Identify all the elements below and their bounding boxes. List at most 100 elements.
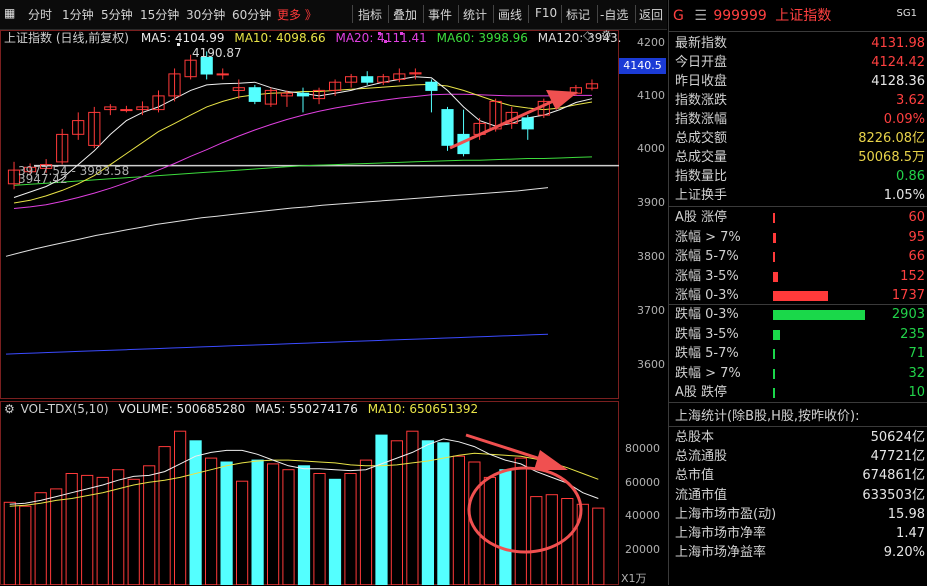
decline-row: 跌幅 3-5% 235 bbox=[675, 325, 925, 344]
volume-bar bbox=[158, 446, 171, 585]
tab-more[interactable]: 更多 》 bbox=[277, 6, 317, 23]
back-button[interactable]: 返回 bbox=[639, 6, 663, 23]
quote-panel: G ☰ 999999 上证指数 SG1 最新指数 4131.98 今日开盘 4124.… bbox=[668, 0, 927, 585]
decline-label: 跌幅 > 7% bbox=[675, 365, 741, 381]
ma10-legend: MA10: 4098.66 bbox=[234, 31, 326, 45]
market-stat-row: 流通市值 633503亿 bbox=[675, 486, 925, 505]
advance-bar bbox=[773, 271, 778, 282]
event-button[interactable]: 事件 bbox=[428, 6, 452, 23]
tab-60min[interactable]: 60分钟 bbox=[232, 6, 271, 23]
quote-value: 0.09% bbox=[883, 112, 925, 127]
indicator-button[interactable]: 指标 bbox=[358, 6, 382, 23]
tab-5min[interactable]: 5分钟 bbox=[101, 6, 133, 23]
remove-watchlist-button[interactable]: -自选 bbox=[600, 6, 628, 23]
candle bbox=[120, 109, 133, 112]
market-stat-row: 总市值 674861亿 bbox=[675, 466, 925, 485]
f10-button[interactable]: F10 bbox=[535, 6, 557, 20]
market-stat-value: 9.20% bbox=[883, 545, 925, 561]
volume-settings-icon[interactable]: ⚙ bbox=[4, 402, 15, 416]
market-stat-row: 上海市场市盈(动) 15.98 bbox=[675, 505, 925, 524]
vol-y-tick: 40000 bbox=[625, 509, 660, 522]
volume-bar bbox=[421, 440, 434, 585]
market-stat-value: 50624亿 bbox=[870, 430, 925, 445]
settings-icon[interactable]: ⚙ bbox=[601, 28, 612, 42]
tab-1min[interactable]: 1分钟 bbox=[62, 6, 94, 23]
volume-bar bbox=[530, 496, 543, 585]
quote-row: 上证换手 1.05% bbox=[675, 186, 925, 205]
advance-count: 1737 bbox=[891, 288, 925, 303]
y-tick: 3900 bbox=[637, 196, 665, 209]
market-stat-row: 上海市场净益率 9.20% bbox=[675, 543, 925, 562]
chart-toolbar: ▦ 分时 1分钟 5分钟 15分钟 30分钟 60分钟 更多 》 指标 叠加 事… bbox=[0, 0, 667, 30]
ma5-legend: MA5: 4104.99 bbox=[140, 31, 225, 45]
decline-count: 2903 bbox=[891, 307, 925, 322]
volume-bar bbox=[81, 474, 94, 585]
sg-badge[interactable]: SG1 bbox=[897, 8, 917, 19]
quote-row: 昨日收盘 4128.36 bbox=[675, 72, 925, 91]
volume-bar bbox=[390, 440, 403, 585]
symbol-prefix: G bbox=[673, 8, 684, 24]
market-stat-label: 上海市场净益率 bbox=[675, 545, 767, 561]
volume-bar bbox=[65, 473, 78, 585]
market-stats-title: 上海统计(除B股,H股,按昨收价): bbox=[675, 409, 860, 424]
quote-row: 指数量比 0.86 bbox=[675, 167, 925, 186]
chart-area[interactable]: 上证指数 (日线,前复权) MA5: 4104.99 MA10: 4098.66… bbox=[0, 28, 667, 585]
vol-y-tick: 20000 bbox=[625, 543, 660, 556]
symbol-code: 999999 bbox=[713, 8, 767, 24]
decline-bar bbox=[773, 329, 780, 340]
quote-value: 4124.42 bbox=[871, 55, 925, 70]
diamond-icon[interactable]: ◇ bbox=[583, 28, 592, 42]
volume-bar bbox=[251, 459, 264, 585]
menu-icon[interactable]: ☰ bbox=[694, 8, 707, 24]
volume-bar bbox=[499, 469, 512, 585]
volume-bar bbox=[375, 434, 388, 585]
kline-chart[interactable] bbox=[0, 30, 667, 585]
arrow-head bbox=[534, 450, 568, 470]
volume-bar bbox=[127, 478, 140, 585]
y-tick: 4000 bbox=[637, 142, 665, 155]
market-stat-label: 总市值 bbox=[675, 468, 715, 484]
tab-intraday[interactable]: 分时 bbox=[28, 6, 52, 23]
volume-bar bbox=[514, 457, 527, 585]
quote-value: 1.05% bbox=[883, 188, 925, 203]
draw-line-button[interactable]: 画线 bbox=[498, 6, 522, 23]
market-stat-row: 总流通股 47721亿 bbox=[675, 447, 925, 466]
advance-row: 涨幅 3-5% 152 bbox=[675, 267, 925, 286]
grid-icon[interactable]: ▦ bbox=[4, 6, 15, 20]
volume-bar bbox=[313, 473, 326, 585]
stats-button[interactable]: 统计 bbox=[463, 6, 487, 23]
volume-y-axis: 80000 60000 40000 20000 X1万 bbox=[619, 401, 667, 585]
trend-arrow bbox=[449, 96, 561, 150]
tab-30min[interactable]: 30分钟 bbox=[186, 6, 225, 23]
decline-label: A股 跌停 bbox=[675, 385, 728, 400]
volume-bar bbox=[236, 480, 249, 585]
quote-label: 指数涨幅 bbox=[675, 112, 728, 127]
volume-bar bbox=[50, 488, 63, 585]
quote-label: 今日开盘 bbox=[675, 55, 728, 70]
mark-button[interactable]: 标记 bbox=[566, 6, 590, 23]
price-legend: 上证指数 (日线,前复权) MA5: 4104.99 MA10: 4098.66… bbox=[4, 29, 621, 46]
decline-row: 跌幅 0-3% 2903 bbox=[675, 305, 925, 324]
decline-count: 235 bbox=[900, 326, 925, 342]
overlay-button[interactable]: 叠加 bbox=[393, 6, 417, 23]
quote-value: 8226.08亿 bbox=[858, 131, 925, 146]
market-stat-value: 47721亿 bbox=[870, 449, 925, 465]
market-stat-value: 15.98 bbox=[887, 506, 925, 522]
tab-15min[interactable]: 15分钟 bbox=[140, 6, 179, 23]
advance-row: A股 涨停 60 bbox=[675, 208, 925, 227]
quote-value: 4131.98 bbox=[871, 36, 925, 51]
ma60-legend: MA60: 3998.96 bbox=[436, 31, 528, 45]
quote-row: 最新指数 4131.98 bbox=[675, 34, 925, 53]
volume-highlight-circle bbox=[467, 466, 583, 554]
volume-value: VOLUME: 500685280 bbox=[118, 402, 246, 416]
candle bbox=[296, 92, 310, 97]
candle bbox=[248, 87, 261, 102]
decline-bar bbox=[773, 368, 775, 379]
volume-bar bbox=[220, 461, 233, 585]
advance-count: 66 bbox=[908, 249, 925, 264]
symbol-name: 上证指数 bbox=[775, 8, 832, 24]
decline-bar bbox=[773, 388, 775, 398]
quote-row: 总成交量 50068.5万 bbox=[675, 148, 925, 167]
advance-label: 涨幅 5-7% bbox=[675, 249, 739, 264]
quote-value: 50068.5万 bbox=[858, 150, 925, 165]
